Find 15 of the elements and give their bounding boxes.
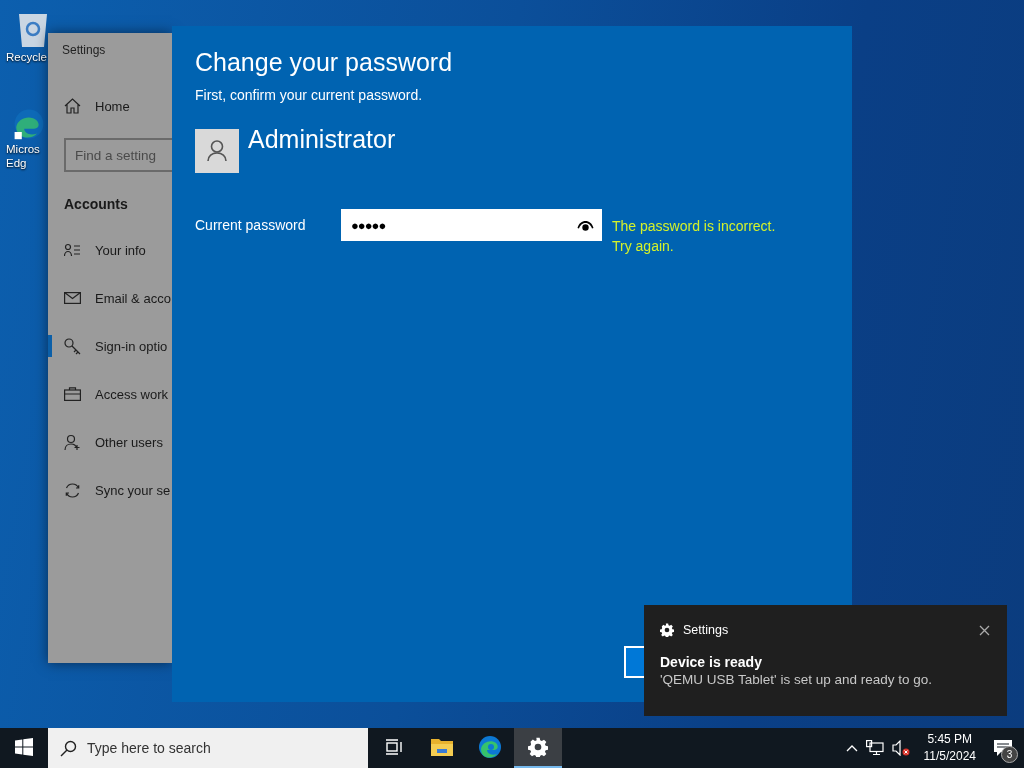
dialog-title: Change your password bbox=[195, 48, 454, 77]
toast-message: 'QEMU USB Tablet' is set up and ready to go. bbox=[660, 672, 934, 687]
clock-time: 5:45 PM bbox=[927, 731, 973, 748]
account-name: Administrator bbox=[248, 125, 396, 154]
desktop-icon-label: Micros Edg bbox=[5, 142, 40, 170]
clock-date: 11/5/2024 bbox=[923, 748, 976, 765]
field-label: Current password bbox=[195, 217, 307, 233]
toast-app-name: Settings bbox=[683, 623, 730, 637]
desktop-icon-label: Recycle bbox=[5, 50, 47, 64]
toast-title: Device is ready bbox=[660, 654, 763, 670]
dialog-subtitle: First, confirm your current password. bbox=[195, 87, 424, 103]
window-title: Settings bbox=[62, 43, 107, 57]
error-message: The password is incorrect. Try again. bbox=[612, 217, 777, 256]
section-heading: Accounts bbox=[64, 196, 129, 212]
notification-count: 3 bbox=[1001, 746, 1018, 763]
